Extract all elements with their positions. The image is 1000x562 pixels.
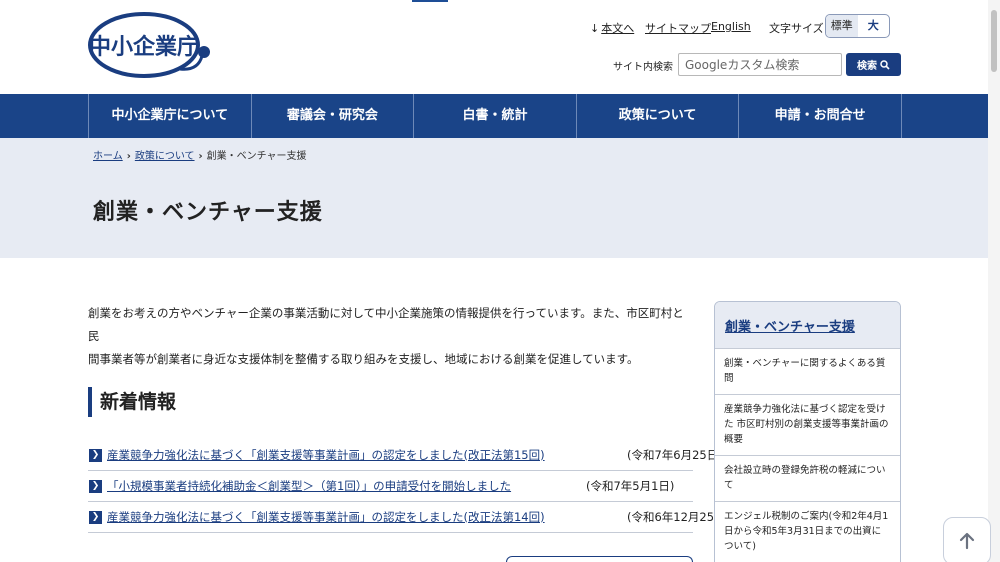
chevron-right-icon: ❯ [89,511,102,524]
news-link[interactable]: 産業競争力強化法に基づく「創業支援等事業計画」の認定をしました(改正法第14回) [107,509,545,525]
top-accent-strip [412,0,448,2]
chevron-right-icon: ❯ [89,449,102,462]
sidebar-item-registration-tax[interactable]: 会社設立時の登録免許税の軽減について [715,456,900,502]
news-link[interactable]: 産業競争力強化法に基づく「創業支援等事業計画」の認定をしました(改正法第15回) [107,447,545,463]
breadcrumb-policy[interactable]: 政策について [135,151,195,162]
news-item: ❯ 産業競争力強化法に基づく「創業支援等事業計画」の認定をしました(改正法第15… [88,440,723,471]
arrow-down-icon: ↓ [590,22,600,35]
nav-item-applications[interactable]: 申請・お問合せ [739,94,902,138]
skip-link-label: 本文へ [601,22,635,35]
intro-line: 創業をお考えの方やベンチャー企業の事業活動に対して中小企業施策の情報提供を行って… [88,306,684,343]
skip-to-content-link[interactable]: ↓ 本文へ [590,20,634,36]
search-button[interactable]: 検索 [846,53,901,76]
font-size-toggle: 標準 大 [825,14,890,38]
chevron-right-icon: ❯ [89,480,102,493]
intro-text: 創業をお考えの方やベンチャー企業の事業活動に対して中小企業施策の情報提供を行って… [88,302,693,371]
sidebar-item-angel-tax[interactable]: エンジェル税制のご案内(令和2年4月1日から令和5年3月31日までの出資について… [715,502,900,562]
utility-links: ↓ 本文へ サイトマップ English 文字サイズ 標準 大 [580,14,900,40]
page-title: 創業・ベンチャー支援 [93,200,323,225]
news-date: (令和7年6月25日) [627,448,723,462]
news-heading: 新着情報 [88,387,176,417]
sitemap-link[interactable]: サイトマップ [645,20,711,36]
news-list: ❯ 産業競争力強化法に基づく「創業支援等事業計画」の認定をしました(改正法第15… [88,440,730,533]
back-to-top-button[interactable] [943,517,991,562]
site-header: 中小企業庁 ↓ 本文へ サイトマップ English 文字サイズ 標準 大 サイト… [0,0,1000,94]
chevron-right-icon: › [198,151,203,162]
site-search: サイト内検索 検索 [600,53,901,77]
news-item: ❯ 産業競争力強化法に基づく「創業支援等事業計画」の認定をしました(改正法第14… [88,502,730,533]
nav-item-councils[interactable]: 審議会・研究会 [252,94,415,138]
sidebar-heading[interactable]: 創業・ベンチャー支援 [715,302,900,349]
breadcrumb-current: 創業・ベンチャー支援 [206,151,307,162]
chevron-right-icon: › [126,151,131,162]
page-title-band: ホーム › 政策について › 創業・ベンチャー支援 創業・ベンチャー支援 [0,138,988,258]
page-scrollbar[interactable] [988,0,1000,562]
breadcrumb-home[interactable]: ホーム [93,151,123,162]
breadcrumb: ホーム › 政策について › 創業・ベンチャー支援 [93,147,307,162]
search-input[interactable] [678,53,842,76]
intro-line: 間事業者等が創業者に身近な支援体制を整備する取り組みを支援し、地域における創業を… [88,352,639,366]
font-size-label: 文字サイズ [769,22,824,35]
sidebar-menu: 創業・ベンチャー支援 創業・ベンチャーに関するよくある質問 産業競争力強化法に基… [714,301,901,562]
sidebar-item-support-plans[interactable]: 産業競争力強化法に基づく認定を受けた 市区町村別の創業支援等事業計画の概要 [715,395,900,456]
news-date: (令和7年5月1日) [586,479,675,493]
nav-item-policies[interactable]: 政策について [577,94,740,138]
global-nav: 中小企業庁について 審議会・研究会 白書・統計 政策について 申請・お問合せ [0,94,1000,138]
arrow-up-icon [959,532,975,550]
font-size-normal-button[interactable]: 標準 [826,15,858,37]
news-item: ❯ 「小規模事業者持続化補助金＜創業型＞（第1回）」の申請受付を開始しました (… [88,471,693,502]
scrollbar-thumb[interactable] [991,10,997,72]
more-news-button[interactable] [506,556,693,562]
search-button-label: 検索 [857,61,877,72]
site-logo[interactable]: 中小企業庁 [88,11,216,83]
nav-item-about[interactable]: 中小企業庁について [89,94,252,138]
nav-item-whitepapers[interactable]: 白書・統計 [414,94,577,138]
sidebar-item-faq[interactable]: 創業・ベンチャーに関するよくある質問 [715,349,900,395]
font-size-large-button[interactable]: 大 [858,15,890,37]
search-label: サイト内検索 [613,62,673,73]
news-link[interactable]: 「小規模事業者持続化補助金＜創業型＞（第1回）」の申請受付を開始しました [107,478,511,494]
english-link[interactable]: English [711,20,751,33]
search-icon [880,59,890,70]
logo-text: 中小企業庁 [89,34,199,60]
